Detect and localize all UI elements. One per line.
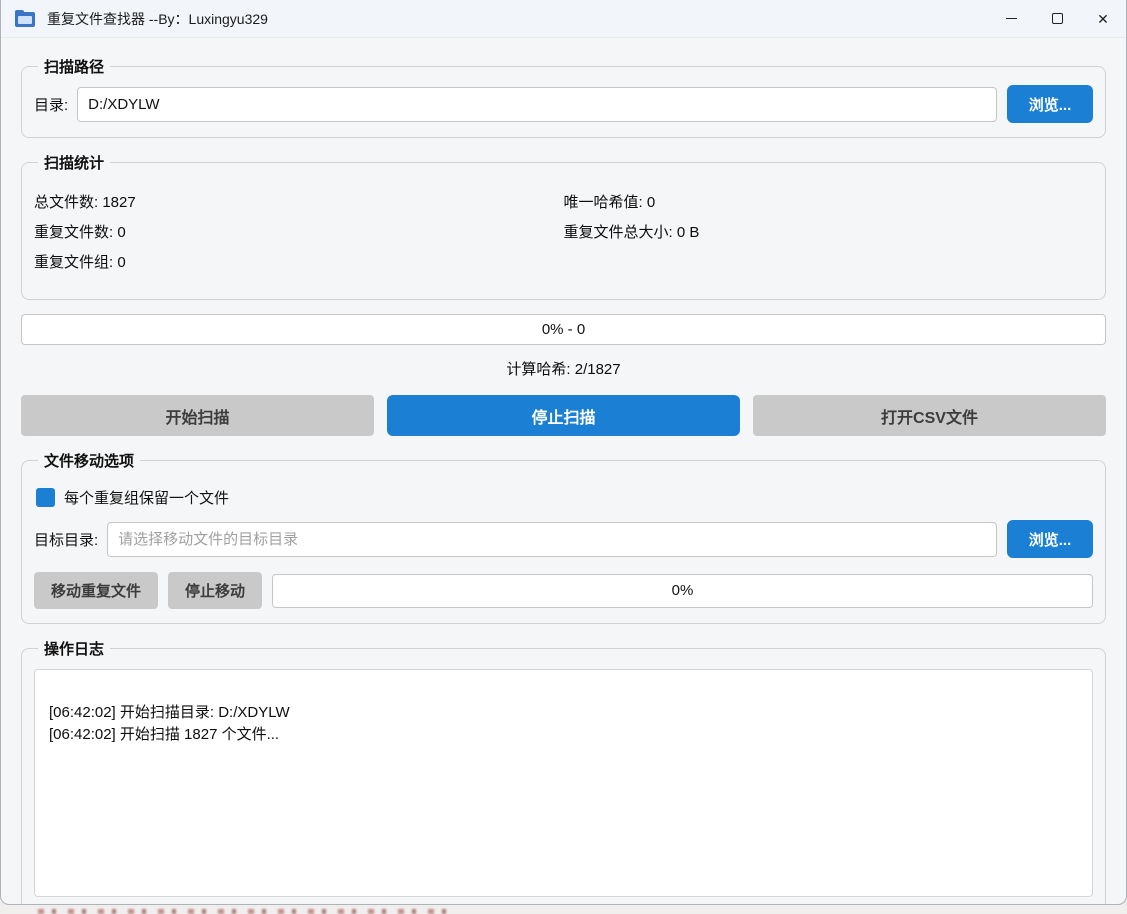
move-options-group: 文件移动选项 每个重复组保留一个文件 目标目录: 浏览... 移动重复文件 停止… xyxy=(21,450,1106,624)
scan-stats-group: 扫描统计 总文件数: 1827 重复文件数: 0 重复文件组: 0 唯一哈希值:… xyxy=(21,152,1106,300)
browse-scan-directory-button[interactable]: 浏览... xyxy=(1007,85,1093,123)
browse-target-directory-button[interactable]: 浏览... xyxy=(1007,520,1093,558)
stats-left-column: 总文件数: 1827 重复文件数: 0 重复文件组: 0 xyxy=(34,183,564,281)
log-textarea[interactable]: [06:42:02] 开始扫描目录: D:/XDYLW [06:42:02] 开… xyxy=(34,669,1093,897)
close-button[interactable]: ✕ xyxy=(1080,0,1126,38)
scan-path-group: 扫描路径 目录: 浏览... xyxy=(21,56,1106,138)
target-directory-label: 目标目录: xyxy=(34,529,98,550)
keep-one-checkbox[interactable] xyxy=(36,488,55,507)
stat-unique-hashes: 唯一哈希值: 0 xyxy=(564,191,1094,212)
close-icon: ✕ xyxy=(1097,12,1109,26)
keep-one-label: 每个重复组保留一个文件 xyxy=(64,487,229,508)
log-line: [06:42:02] 开始扫描目录: D:/XDYLW xyxy=(49,702,1078,724)
log-group: 操作日志 [06:42:02] 开始扫描目录: D:/XDYLW [06:42:… xyxy=(21,638,1106,905)
log-line: [06:42:02] 开始扫描 1827 个文件... xyxy=(49,724,1078,746)
status-text: 计算哈希: 2/1827 xyxy=(1,358,1126,379)
log-group-title: 操作日志 xyxy=(38,638,110,659)
desktop-background-sliver xyxy=(0,905,1127,914)
window-controls: ✕ xyxy=(988,0,1126,38)
app-body: 扫描路径 目录: 浏览... 扫描统计 总文件数: 1827 重复文件数: 0 … xyxy=(1,38,1126,905)
move-progress-bar: 0% xyxy=(272,574,1093,608)
window-title: 重复文件查找器 --By：Luxingyu329 xyxy=(47,9,268,29)
stat-total-files: 总文件数: 1827 xyxy=(34,191,564,212)
stop-scan-button[interactable]: 停止扫描 xyxy=(387,395,740,436)
titlebar: 重复文件查找器 --By：Luxingyu329 ✕ xyxy=(1,0,1126,38)
minimize-icon xyxy=(1006,18,1017,19)
maximize-icon xyxy=(1052,13,1063,24)
stat-duplicate-groups: 重复文件组: 0 xyxy=(34,251,564,272)
scan-progress-text: 0% - 0 xyxy=(542,321,585,338)
directory-label: 目录: xyxy=(34,94,68,115)
main-actions: 开始扫描 停止扫描 打开CSV文件 xyxy=(21,395,1106,436)
start-scan-button[interactable]: 开始扫描 xyxy=(21,395,374,436)
app-folder-icon xyxy=(15,10,37,28)
scan-directory-input[interactable] xyxy=(77,87,997,122)
scan-path-group-title: 扫描路径 xyxy=(38,56,110,77)
move-duplicates-button[interactable]: 移动重复文件 xyxy=(34,572,158,609)
stat-duplicate-total-size: 重复文件总大小: 0 B xyxy=(564,221,1094,242)
maximize-button[interactable] xyxy=(1034,0,1080,38)
stop-move-button[interactable]: 停止移动 xyxy=(168,572,262,609)
minimize-button[interactable] xyxy=(988,0,1034,38)
stat-duplicate-files: 重复文件数: 0 xyxy=(34,221,564,242)
app-window: 重复文件查找器 --By：Luxingyu329 ✕ 扫描路径 目录: 浏览..… xyxy=(0,0,1127,905)
scan-stats-group-title: 扫描统计 xyxy=(38,152,110,173)
target-directory-input[interactable] xyxy=(107,522,997,557)
open-csv-button[interactable]: 打开CSV文件 xyxy=(753,395,1106,436)
background-content-peek xyxy=(38,909,458,914)
stats-right-column: 唯一哈希值: 0 重复文件总大小: 0 B xyxy=(564,183,1094,281)
move-options-group-title: 文件移动选项 xyxy=(38,450,140,471)
scan-progress-bar: 0% - 0 xyxy=(21,314,1106,345)
move-progress-text: 0% xyxy=(672,582,694,599)
